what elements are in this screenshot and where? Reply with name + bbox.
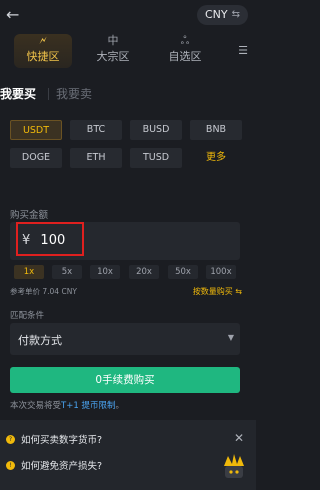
top-bar: ← CNY ⇆ (0, 0, 256, 32)
tab-express-label: 自选区 (168, 50, 202, 63)
coin-doge[interactable]: DOGE (10, 148, 62, 168)
buy-button[interactable]: 0手续费购买 (10, 367, 240, 393)
warning-icon: ! (6, 460, 15, 470)
coin-busd[interactable]: BUSD (130, 120, 182, 140)
multiplier-5x[interactable]: 5x (52, 265, 82, 279)
tab-quick-label: 快捷区 (26, 50, 60, 63)
coin-tusd[interactable]: TUSD (130, 148, 182, 168)
multiplier-1x[interactable]: 1x (14, 265, 44, 279)
faq-item-safety[interactable]: ! 如何避免资产损失? (6, 458, 102, 472)
divider (48, 88, 49, 100)
buy-by-quantity-link[interactable]: 按数量购买 ⇆ (193, 286, 242, 297)
mode-tabs: 🗲 快捷区 中 大宗区 ஃ 自选区 ☰ (0, 32, 256, 72)
notice-highlight-link[interactable]: T+1 提币限制 (61, 401, 115, 411)
currency-symbol: ¥ (22, 233, 31, 248)
payment-method-text: 付款方式 (18, 334, 62, 347)
help-icon: ? (6, 434, 15, 444)
chevron-down-icon: ▼ (227, 333, 234, 342)
coin-btc[interactable]: BTC (70, 120, 122, 140)
swap-icon: ⇆ (231, 9, 240, 20)
faq-trade-label: 如何买卖数字货币? (21, 435, 103, 446)
coin-more-button[interactable]: 更多 (190, 148, 242, 168)
coin-usdt[interactable]: USDT (10, 120, 62, 140)
match-conditions-label: 匹配条件 (10, 311, 45, 321)
side-tabs: 我要买 我要卖 (0, 84, 256, 104)
reference-price: 参考单价 7.04 CNY (10, 287, 77, 296)
multiplier-100x[interactable]: 100x (206, 265, 236, 279)
multiplier-10x[interactable]: 10x (90, 265, 120, 279)
tab-buy[interactable]: 我要买 (0, 84, 36, 104)
coin-eth[interactable]: ETH (70, 148, 122, 168)
coin-bnb[interactable]: BNB (190, 120, 242, 140)
notice-prefix: 本次交易将受 (10, 401, 62, 411)
menu-icon[interactable]: ☰ (238, 44, 248, 57)
amount-number: 100 (40, 233, 66, 248)
currency-switch[interactable]: CNY ⇆ (196, 5, 248, 25)
tab-quick[interactable]: 🗲 快捷区 (14, 34, 72, 68)
restriction-notice: 本次交易将受T+1 提币限制。 (10, 399, 124, 411)
currency-label: CNY (204, 8, 228, 21)
mascot-illustration (224, 454, 244, 478)
multiplier-50x[interactable]: 50x (168, 265, 198, 279)
close-icon[interactable]: ✕ (234, 431, 244, 445)
amount-label: 购买金额 (10, 210, 49, 221)
buy-by-quantity-label: 按数量购买 (192, 287, 233, 296)
block-icon: 中 (107, 34, 119, 47)
amount-value: ¥ 100 (22, 233, 65, 248)
tab-sell[interactable]: 我要卖 (56, 84, 92, 104)
back-arrow-icon[interactable]: ← (6, 6, 24, 24)
faq-panel (0, 420, 256, 490)
users-icon: ஃ (180, 34, 190, 47)
notice-suffix: 。 (115, 401, 124, 411)
tab-express[interactable]: ஃ 自选区 (156, 34, 214, 68)
multiplier-20x[interactable]: 20x (129, 265, 159, 279)
faq-item-trade[interactable]: ? 如何买卖数字货币? (6, 432, 102, 446)
tab-block-label: 大宗区 (96, 50, 130, 63)
faq-safety-label: 如何避免资产损失? (21, 461, 103, 472)
multiplier-row: 1x 5x 10x 20x 50x 100x (10, 265, 242, 279)
flash-icon: 🗲 (39, 34, 47, 47)
tab-block[interactable]: 中 大宗区 (84, 34, 142, 68)
